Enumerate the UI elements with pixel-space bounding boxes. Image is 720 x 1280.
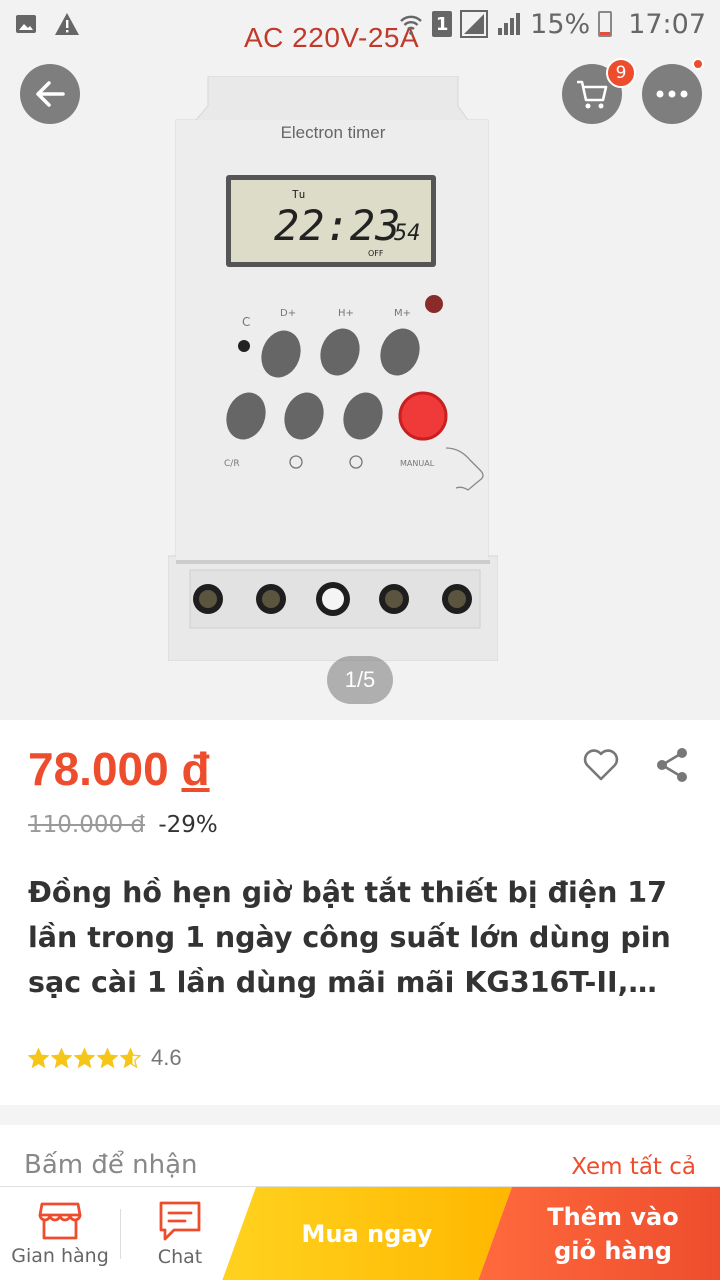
cart-count-badge: 9 xyxy=(606,58,636,88)
display-time: 22:23 xyxy=(274,201,400,250)
display-seconds: 54 xyxy=(394,221,421,246)
signal-icon-2 xyxy=(498,13,521,35)
star-icon xyxy=(120,1047,141,1068)
wifi-icon xyxy=(400,15,423,35)
chat-button[interactable]: Chat xyxy=(122,1187,238,1280)
share-icon[interactable] xyxy=(654,746,690,784)
product-info: 78.000 đ 110.000 đ -29% Đồng hồ hẹn giờ … xyxy=(0,720,720,1105)
display-day: Tu xyxy=(292,188,305,201)
voucher-row[interactable]: Bấm để nhận Xem tất cả xyxy=(0,1140,720,1190)
label-manual: MANUAL xyxy=(400,459,435,468)
product-image: Electron timer Tu 22:23 54 OFF C D+ H+ M… xyxy=(168,76,498,661)
clock: 17:07 xyxy=(628,8,706,40)
add-to-cart-line2: giỏ hàng xyxy=(554,1237,672,1265)
heart-outline-icon[interactable] xyxy=(582,746,620,782)
voucher-label: Bấm để nhận xyxy=(24,1150,198,1180)
label-h: H+ xyxy=(338,308,354,319)
rating[interactable]: 4.6 xyxy=(28,1045,182,1071)
buy-now-button[interactable]: Mua ngay xyxy=(222,1187,512,1280)
label-d: D+ xyxy=(280,308,296,319)
rating-value: 4.6 xyxy=(151,1045,182,1070)
battery-icon xyxy=(598,11,613,37)
label-m: M+ xyxy=(394,308,411,319)
status-bar: 1 15% 17:07 xyxy=(0,0,720,48)
shop-label: Gian hàng xyxy=(11,1245,109,1267)
cart-icon xyxy=(577,80,608,109)
store-icon xyxy=(38,1202,82,1240)
cart-button[interactable]: 9 xyxy=(562,58,636,124)
back-button[interactable] xyxy=(20,64,80,124)
tab-separator xyxy=(120,1209,121,1259)
battery-percent: 15% xyxy=(530,8,591,40)
star-icon xyxy=(51,1047,72,1068)
see-all-link[interactable]: Xem tất cả xyxy=(571,1154,696,1180)
label-cr: C/R xyxy=(224,459,240,469)
star-icon xyxy=(97,1047,118,1068)
more-dots-icon xyxy=(656,90,688,98)
notification-dot xyxy=(692,58,704,70)
add-to-cart-line1: Thêm vào xyxy=(547,1203,679,1231)
rating-stars xyxy=(28,1047,141,1069)
discount-badge: -29% xyxy=(158,812,218,838)
more-button[interactable] xyxy=(642,58,704,124)
chat-icon xyxy=(159,1201,201,1241)
star-icon xyxy=(28,1047,49,1068)
star-icon xyxy=(74,1047,95,1068)
image-icon xyxy=(16,15,36,33)
product-price: 78.000 đ xyxy=(28,742,210,796)
price-currency: đ xyxy=(181,743,210,795)
old-price-line: 110.000 đ -29% xyxy=(28,812,218,838)
signal-icon xyxy=(460,10,489,38)
device-brand: Electron timer xyxy=(281,123,386,142)
label-c: C xyxy=(242,315,250,329)
display-status: OFF xyxy=(368,249,384,258)
add-to-cart-button[interactable]: Thêm vào giỏ hàng xyxy=(478,1187,720,1280)
image-pager: 1/5 xyxy=(327,656,393,704)
arrow-left-icon xyxy=(36,81,65,107)
sim-icon: 1 xyxy=(432,11,453,37)
section-divider xyxy=(0,1105,720,1125)
shop-button[interactable]: Gian hàng xyxy=(0,1187,120,1280)
bottom-action-bar: Gian hàng Chat Mua ngay Thêm vào giỏ hàn… xyxy=(0,1186,720,1280)
buy-now-label: Mua ngay xyxy=(301,1220,433,1248)
original-price: 110.000 đ xyxy=(28,812,146,838)
product-title: Đồng hồ hẹn giờ bật tắt thiết bị điện 17… xyxy=(28,876,671,999)
chat-label: Chat xyxy=(157,1246,203,1268)
price-value: 78.000 xyxy=(28,743,169,795)
warning-icon xyxy=(55,13,79,35)
